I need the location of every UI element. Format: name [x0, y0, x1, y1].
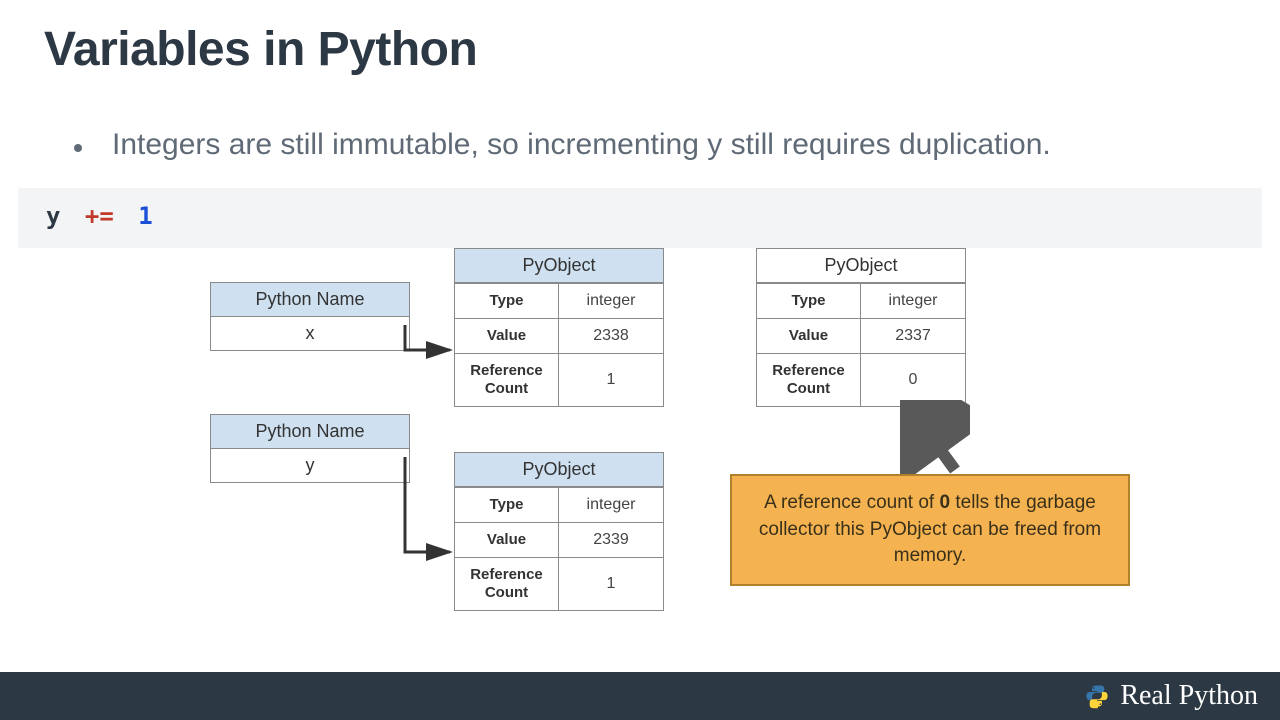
- name-y-value: y: [211, 449, 409, 482]
- value-value: 2337: [861, 319, 965, 353]
- footer-brand-text: Real Python: [1120, 680, 1258, 712]
- value-refcount: 1: [559, 354, 663, 406]
- label-value: Value: [455, 319, 559, 353]
- value-value: 2338: [559, 319, 663, 353]
- pyobject-header: PyObject: [757, 249, 965, 283]
- value-type: integer: [559, 488, 663, 522]
- value-value: 2339: [559, 523, 663, 557]
- code-bar: y += 1: [18, 188, 1262, 248]
- bullet-text: Integers are still immutable, so increme…: [112, 128, 1051, 162]
- value-type: integer: [861, 284, 965, 318]
- code-var: y: [46, 202, 60, 230]
- gc-callout: A reference count of 0 tells the garbage…: [730, 474, 1130, 586]
- name-table-x: Python Name x: [210, 282, 410, 351]
- value-refcount: 1: [559, 558, 663, 610]
- value-type: integer: [559, 284, 663, 318]
- label-refcount: Reference Count: [455, 558, 559, 610]
- name-table-header: Python Name: [211, 283, 409, 317]
- python-logo-icon: [1084, 683, 1110, 709]
- slide-title: Variables in Python: [44, 22, 477, 77]
- callout-bold: 0: [940, 492, 951, 513]
- footer-bar: Real Python: [0, 672, 1280, 720]
- name-table-header: Python Name: [211, 415, 409, 449]
- callout-pre: A reference count of: [764, 492, 939, 513]
- label-value: Value: [757, 319, 861, 353]
- code-line: y += 1: [46, 202, 153, 230]
- label-value: Value: [455, 523, 559, 557]
- pyobject-header: PyObject: [455, 249, 663, 283]
- label-type: Type: [757, 284, 861, 318]
- code-operator: +=: [85, 202, 114, 230]
- pyobject-2337: PyObject Type integer Value 2337 Referen…: [756, 248, 966, 407]
- footer-brand: Real Python: [1084, 680, 1258, 712]
- bullet-row: Integers are still immutable, so increme…: [74, 128, 1051, 162]
- name-x-value: x: [211, 317, 409, 350]
- label-refcount: Reference Count: [455, 354, 559, 406]
- pyobject-header: PyObject: [455, 453, 663, 487]
- pyobject-2339: PyObject Type integer Value 2339 Referen…: [454, 452, 664, 611]
- name-table-y: Python Name y: [210, 414, 410, 483]
- bullet-dot-icon: [74, 144, 82, 152]
- label-type: Type: [455, 488, 559, 522]
- value-refcount: 0: [861, 354, 965, 406]
- pyobject-2338: PyObject Type integer Value 2338 Referen…: [454, 248, 664, 407]
- label-type: Type: [455, 284, 559, 318]
- code-number: 1: [138, 202, 152, 230]
- arrow-callout-icon: [900, 400, 970, 480]
- label-refcount: Reference Count: [757, 354, 861, 406]
